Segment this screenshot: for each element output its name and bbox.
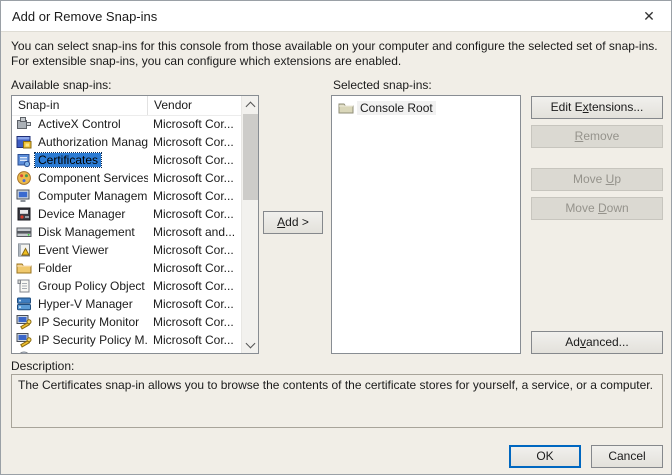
- snapin-vendor: Microsoft Cor...: [153, 207, 234, 221]
- snapin-vendor: Microsoft Cor...: [153, 171, 234, 185]
- snapin-name: Component Services: [38, 171, 148, 185]
- description-label: Description:: [11, 359, 75, 373]
- column-header-vendor[interactable]: Vendor: [148, 96, 241, 115]
- snapin-name-cell: Folder: [12, 260, 148, 276]
- console-root-folder-icon: [338, 100, 354, 116]
- snapin-name: Device Manager: [38, 207, 126, 221]
- snapin-vendor: Microsoft Cor...: [153, 153, 234, 167]
- snapin-vendor: Microsoft Cor...: [153, 315, 234, 329]
- disk-management-icon: [16, 224, 32, 240]
- snapin-name: Disk Management: [38, 225, 135, 239]
- ip-security-monitor-icon: [16, 314, 32, 330]
- snapin-name-cell: Group Policy Object ...: [12, 278, 148, 294]
- ip-security-policy-icon: [16, 332, 32, 348]
- add-button[interactable]: Add >: [263, 211, 323, 234]
- edit-extensions-button[interactable]: Edit Extensions...: [531, 96, 663, 119]
- snapin-vendor: Microsoft Cor...: [148, 351, 241, 353]
- snapin-name-cell: IP Security Policy M...: [12, 332, 148, 348]
- selected-snapin-item[interactable]: Console Root: [334, 98, 518, 117]
- snapin-row[interactable]: ActiveX Control Microsoft Cor...: [12, 115, 241, 133]
- device-manager-icon: [16, 206, 32, 222]
- snapin-row[interactable]: Computer Managem... Microsoft Cor...: [12, 187, 241, 205]
- snapin-vendor: Microsoft Cor...: [153, 189, 234, 203]
- snapin-vendor: Microsoft Cor...: [153, 297, 234, 311]
- certificates-icon: [16, 152, 32, 168]
- snapin-name: Computer Managem...: [38, 189, 148, 203]
- snapin-row[interactable]: Authorization Manager Microsoft Cor...: [12, 133, 241, 151]
- snapin-name-cell: Certificates: [12, 152, 148, 168]
- snapin-name: Event Viewer: [38, 243, 109, 257]
- add-remove-snapins-dialog: Add or Remove Snap-ins ✕ You can select …: [0, 0, 672, 475]
- vertical-scrollbar[interactable]: [241, 96, 258, 353]
- move-down-button[interactable]: Move Down: [531, 197, 663, 220]
- available-snapins-list: Snap-in Vendor ActiveX Control Microsoft …: [11, 95, 259, 354]
- snapin-name-cell: Event Viewer: [12, 242, 148, 258]
- snapin-name: Folder: [38, 261, 73, 275]
- selected-snapins-label: Selected snap-ins:: [333, 78, 432, 92]
- column-header-snapin[interactable]: Snap-in: [12, 96, 148, 115]
- window-title: Add or Remove Snap-ins: [12, 9, 158, 24]
- snapin-row[interactable]: IP Security Policy M... Microsoft Cor...: [12, 331, 241, 349]
- snapin-row[interactable]: Folder Microsoft Cor...: [12, 259, 241, 277]
- remove-button[interactable]: Remove: [531, 125, 663, 148]
- available-snapins-label: Available snap-ins:: [11, 78, 112, 92]
- snapin-name-cell: IP Security Monitor: [12, 314, 148, 330]
- snapin-name-cell: Hyper-V Manager: [12, 296, 148, 312]
- snapin-name-cell: Authorization Manager: [12, 134, 148, 150]
- snapin-name: ActiveX Control: [38, 117, 121, 131]
- snapin-name: Group Policy Object ...: [38, 279, 148, 293]
- hyperv-manager-icon: [16, 296, 32, 312]
- authorization-manager-icon: [16, 134, 32, 150]
- snapin-row[interactable]: Group Policy Object ... Microsoft Cor...: [12, 277, 241, 295]
- snapin-vendor: Microsoft Cor...: [153, 117, 234, 131]
- selected-snapin-name: Console Root: [357, 100, 436, 115]
- snapin-name-cell: ActiveX Control: [12, 116, 148, 132]
- snapin-vendor: Microsoft Cor...: [153, 261, 234, 275]
- snapin-vendor: Microsoft Cor...: [153, 243, 234, 257]
- snapin-row[interactable]: Component Services Microsoft Cor...: [12, 169, 241, 187]
- advanced-button[interactable]: Advanced...: [531, 331, 663, 354]
- snapin-row[interactable]: Event Viewer Microsoft Cor...: [12, 241, 241, 259]
- cancel-button[interactable]: Cancel: [591, 445, 663, 468]
- ok-button[interactable]: OK: [509, 445, 581, 468]
- snapin-name: Certificates: [33, 152, 103, 168]
- snapin-row[interactable]: IP Security Monitor Microsoft Cor...: [12, 313, 241, 331]
- snapin-row[interactable]: Link to Web AddressMicrosoft Cor...: [12, 349, 241, 353]
- folder-icon: [16, 260, 32, 276]
- scroll-up-icon[interactable]: [242, 96, 258, 113]
- snapin-name-cell: Computer Managem...: [12, 188, 148, 204]
- snapin-name-cell: Disk Management: [12, 224, 148, 240]
- computer-management-icon: [16, 188, 32, 204]
- snapin-name: IP Security Policy M...: [38, 333, 148, 347]
- activex-control-icon: [16, 116, 32, 132]
- group-policy-object-icon: [16, 278, 32, 294]
- titlebar: Add or Remove Snap-ins ✕: [1, 1, 671, 32]
- snapin-name: Authorization Manager: [38, 135, 148, 149]
- snapin-row[interactable]: Certificates Microsoft Cor...: [12, 151, 241, 169]
- link-to-web-address-icon: [16, 350, 32, 353]
- snapin-vendor: Microsoft and...: [153, 225, 236, 239]
- move-up-button[interactable]: Move Up: [531, 168, 663, 191]
- scrollbar-thumb[interactable]: [243, 114, 258, 200]
- snapin-vendor: Microsoft Cor...: [153, 279, 234, 293]
- selected-snapins-list: Console Root: [331, 95, 521, 354]
- snapin-name: Hyper-V Manager: [38, 297, 133, 311]
- snapin-name-cell: Component Services: [12, 170, 148, 186]
- snapin-vendor: Microsoft Cor...: [153, 135, 234, 149]
- component-services-icon: [16, 170, 32, 186]
- snapin-row[interactable]: Hyper-V Manager Microsoft Cor...: [12, 295, 241, 313]
- snapin-name: IP Security Monitor: [38, 315, 140, 329]
- snapin-row[interactable]: Disk Management Microsoft and...: [12, 223, 241, 241]
- snapin-name: Link to Web Address: [35, 351, 148, 353]
- snapin-vendor: Microsoft Cor...: [153, 333, 234, 347]
- close-icon[interactable]: ✕: [639, 6, 659, 26]
- list-header: Snap-in Vendor: [12, 96, 241, 116]
- intro-text: You can select snap-ins for this console…: [11, 39, 658, 68]
- snapin-row[interactable]: Device Manager Microsoft Cor...: [12, 205, 241, 223]
- snapin-name-cell: Link to Web Address: [12, 350, 148, 353]
- snapin-name-cell: Device Manager: [12, 206, 148, 222]
- event-viewer-icon: [16, 242, 32, 258]
- description-box: The Certificates snap-in allows you to b…: [11, 374, 663, 428]
- scroll-down-icon[interactable]: [242, 336, 258, 353]
